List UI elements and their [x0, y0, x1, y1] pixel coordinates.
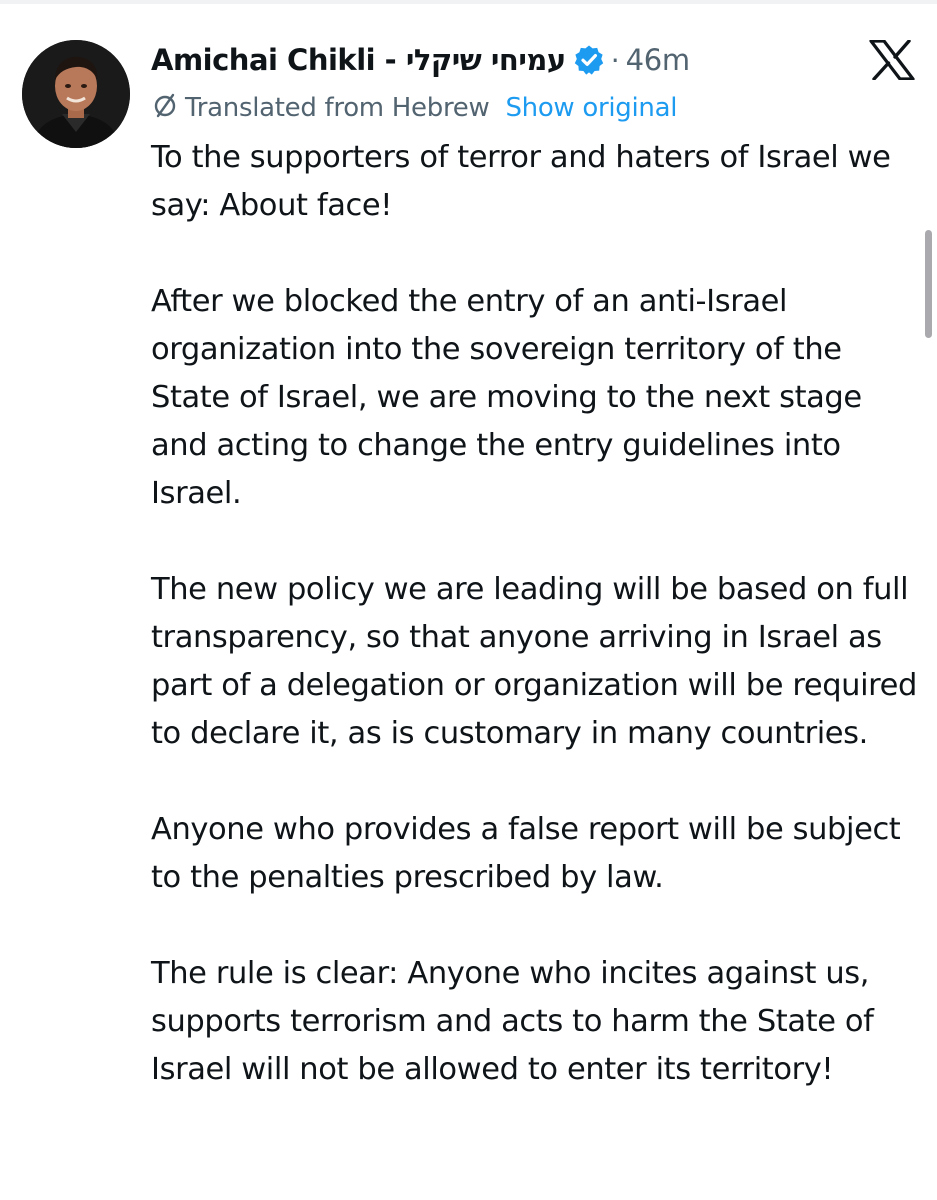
post-header: Amichai Chikli - עמיחי שיקלי · 46m [151, 36, 690, 84]
translate-icon [151, 91, 185, 126]
post-paragraph: The rule is clear: Anyone who incites ag… [151, 956, 874, 1087]
post-paragraph: The new policy we are leading will be ba… [151, 572, 917, 751]
translated-from-label: Translated from Hebrew [185, 93, 490, 123]
author-display-name[interactable]: Amichai Chikli - עמיחי שיקלי [151, 43, 566, 77]
verified-badge-icon [573, 44, 605, 76]
top-divider [0, 0, 937, 4]
x-logo-icon[interactable] [869, 39, 915, 81]
translation-row: Translated from Hebrew Show original [151, 88, 677, 128]
scrollbar-thumb[interactable] [925, 230, 932, 338]
post-timestamp[interactable]: 46m [626, 43, 691, 77]
avatar[interactable] [22, 40, 130, 148]
separator-dot: · [610, 43, 620, 77]
post-body: To the supporters of terror and haters o… [151, 134, 926, 1094]
post-paragraph: To the supporters of terror and haters o… [151, 140, 891, 223]
post-paragraph: Anyone who provides a false report will … [151, 812, 901, 895]
avatar-photo [22, 40, 130, 148]
show-original-link[interactable]: Show original [505, 93, 677, 123]
post-paragraph: After we blocked the entry of an anti-Is… [151, 284, 862, 511]
